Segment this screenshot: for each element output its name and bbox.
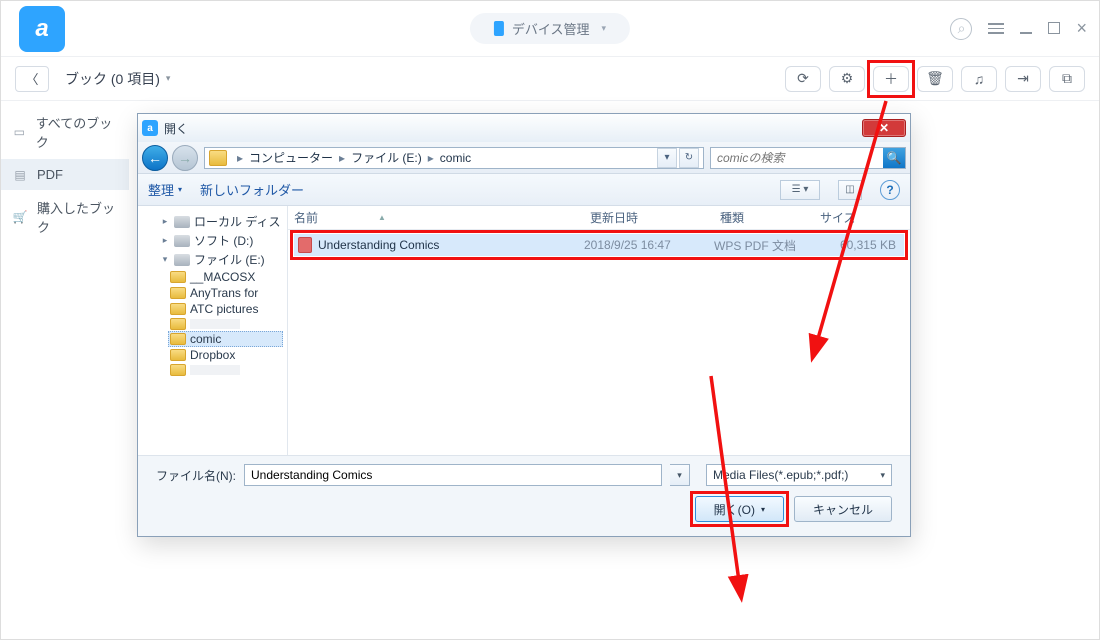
dialog-app-icon: a — [142, 120, 158, 136]
book-icon: ▭ — [13, 125, 26, 139]
file-name: Understanding Comics — [318, 238, 439, 252]
pdf-file-icon — [298, 237, 312, 253]
to-device-button[interactable]: ⇥ — [1005, 66, 1041, 92]
minimize-button[interactable] — [1020, 21, 1032, 37]
back-button[interactable]: 〈 — [15, 66, 49, 92]
sidebar-item-label: すべてのブック — [36, 113, 117, 151]
address-bar[interactable]: ▸ コンピューター ▸ ファイル (E:) ▸ comic ▾↻ — [204, 147, 704, 169]
maximize-button[interactable] — [1048, 21, 1060, 37]
app-toolbar: 〈 ブック (0 項目) ▾ ⟳ ⚙ ＋ 🗑 ♫ ⇥ ⧉ — [1, 56, 1099, 101]
folder-icon — [209, 150, 227, 166]
tree-item[interactable]: Dropbox — [168, 347, 283, 363]
chevron-down-icon[interactable]: ▾ — [166, 73, 171, 84]
sidebar-item-pdf[interactable]: ▤ PDF — [1, 159, 129, 190]
sidebar-item-purchased[interactable]: 🛒 購入したブック — [1, 190, 129, 244]
tree-item[interactable] — [168, 363, 283, 377]
sidebar: ▭ すべてのブック ▤ PDF 🛒 購入したブック — [1, 101, 129, 639]
close-button[interactable]: × — [1076, 18, 1087, 39]
folder-tree[interactable]: ▸ローカル ディス ▸ソフト (D:) ▾ファイル (E:) __MACOSX … — [138, 206, 288, 455]
new-folder-button[interactable]: 新しいフォルダー — [200, 180, 304, 199]
titlebar: a デバイス管理 ▾ ⌕ × — [1, 1, 1099, 56]
file-row-selected[interactable]: Understanding Comics 2018/9/25 16:47 WPS… — [294, 234, 904, 256]
dialog-navbar: ← → ▸ コンピューター ▸ ファイル (E:) ▸ comic ▾↻ 🔍 — [138, 142, 910, 174]
drive-icon — [174, 235, 190, 247]
settings-button[interactable]: ⚙ — [829, 66, 865, 92]
filetype-filter[interactable]: Media Files(*.epub;*.pdf;)▾ — [706, 464, 892, 486]
folder-icon — [170, 364, 186, 376]
tree-item[interactable]: ATC pictures — [168, 301, 283, 317]
sidebar-item-label: 購入したブック — [37, 198, 117, 236]
filename-label: ファイル名(N): — [156, 467, 236, 484]
to-itunes-button[interactable]: ♫ — [961, 66, 997, 92]
help-button[interactable]: ? — [880, 180, 900, 200]
cart-icon: 🛒 — [13, 210, 27, 224]
sort-arrow-icon: ▲ — [378, 213, 386, 222]
search-icon[interactable]: 🔍 — [883, 148, 905, 168]
file-type: WPS PDF 文档 — [714, 237, 814, 254]
address-dropdown-icon[interactable]: ▾ — [657, 148, 677, 168]
preview-pane-button[interactable]: ◫ — [838, 180, 862, 200]
col-type[interactable]: 種類 — [720, 209, 820, 226]
file-open-dialog: a 開く ✕ ← → ▸ コンピューター ▸ ファイル (E:) ▸ comic… — [137, 113, 911, 537]
device-label: デバイス管理 — [512, 19, 590, 38]
breadcrumb[interactable]: ブック (0 項目) — [65, 69, 160, 89]
dialog-search-input[interactable] — [711, 151, 883, 165]
organize-button[interactable]: 整理▾ — [148, 180, 182, 199]
nav-forward-button[interactable]: → — [172, 145, 198, 171]
col-size[interactable]: サイズ — [820, 209, 910, 226]
refresh-button[interactable]: ⟳ — [785, 66, 821, 92]
pdf-icon: ▤ — [13, 168, 27, 182]
dialog-toolbar: 整理▾ 新しいフォルダー ☰ ▾ ◫ ? — [138, 174, 910, 206]
filename-input[interactable] — [244, 464, 662, 486]
app-logo: a — [19, 6, 65, 52]
tree-item-selected[interactable]: comic — [168, 331, 283, 347]
folder-icon — [170, 287, 186, 299]
add-button[interactable]: ＋ — [873, 66, 909, 92]
sidebar-item-all-books[interactable]: ▭ すべてのブック — [1, 105, 129, 159]
file-size: 60,315 KB — [814, 238, 904, 252]
address-refresh-icon[interactable]: ↻ — [679, 148, 699, 168]
drive-icon — [174, 254, 190, 266]
window-controls: ⌕ × — [950, 18, 1087, 40]
tree-item[interactable]: __MACOSX — [168, 269, 283, 285]
dialog-close-button[interactable]: ✕ — [862, 119, 906, 137]
file-list: 名前 ▲ 更新日時 種類 サイズ Understanding Comics 201… — [288, 206, 910, 455]
chevron-down-icon: ▾ — [602, 23, 607, 34]
dialog-search[interactable]: 🔍 — [710, 147, 906, 169]
device-icon — [494, 21, 504, 36]
folder-icon — [170, 271, 186, 283]
col-modified[interactable]: 更新日時 — [590, 209, 720, 226]
dialog-title: 開く — [164, 120, 188, 137]
folder-icon — [170, 303, 186, 315]
view-mode-button[interactable]: ☰ ▾ — [780, 180, 820, 200]
filename-dropdown-icon[interactable]: ▾ — [670, 464, 690, 486]
dialog-footer: ファイル名(N): ▾ Media Files(*.epub;*.pdf;)▾ … — [138, 455, 910, 536]
path-segment[interactable]: ファイル (E:) — [351, 149, 422, 166]
tree-item[interactable]: ▸ソフト (D:) — [158, 231, 283, 250]
file-list-header[interactable]: 名前 ▲ 更新日時 種類 サイズ — [288, 206, 910, 230]
folder-icon — [170, 349, 186, 361]
folder-icon — [170, 333, 186, 345]
tree-item[interactable]: ▸ローカル ディス — [158, 212, 283, 231]
dialog-titlebar: a 開く ✕ — [138, 114, 910, 142]
col-name[interactable]: 名前 — [294, 209, 318, 226]
sidebar-item-label: PDF — [37, 167, 63, 182]
path-segment[interactable]: コンピューター — [249, 149, 333, 166]
tree-item[interactable]: AnyTrans for — [168, 285, 283, 301]
nav-back-button[interactable]: ← — [142, 145, 168, 171]
file-date: 2018/9/25 16:47 — [584, 238, 714, 252]
search-icon[interactable]: ⌕ — [950, 18, 972, 40]
drive-icon — [174, 216, 190, 228]
to-pc-button[interactable]: ⧉ — [1049, 66, 1085, 92]
tree-item[interactable] — [168, 317, 283, 331]
device-dropdown[interactable]: デバイス管理 ▾ — [470, 13, 630, 44]
tree-item[interactable]: ▾ファイル (E:) — [158, 250, 283, 269]
menu-icon[interactable] — [988, 20, 1004, 37]
delete-button[interactable]: 🗑 — [917, 66, 953, 92]
folder-icon — [170, 318, 186, 330]
cancel-button[interactable]: キャンセル — [794, 496, 892, 522]
path-segment[interactable]: comic — [440, 151, 471, 165]
open-button[interactable]: 開く(O)▾ — [695, 496, 784, 522]
